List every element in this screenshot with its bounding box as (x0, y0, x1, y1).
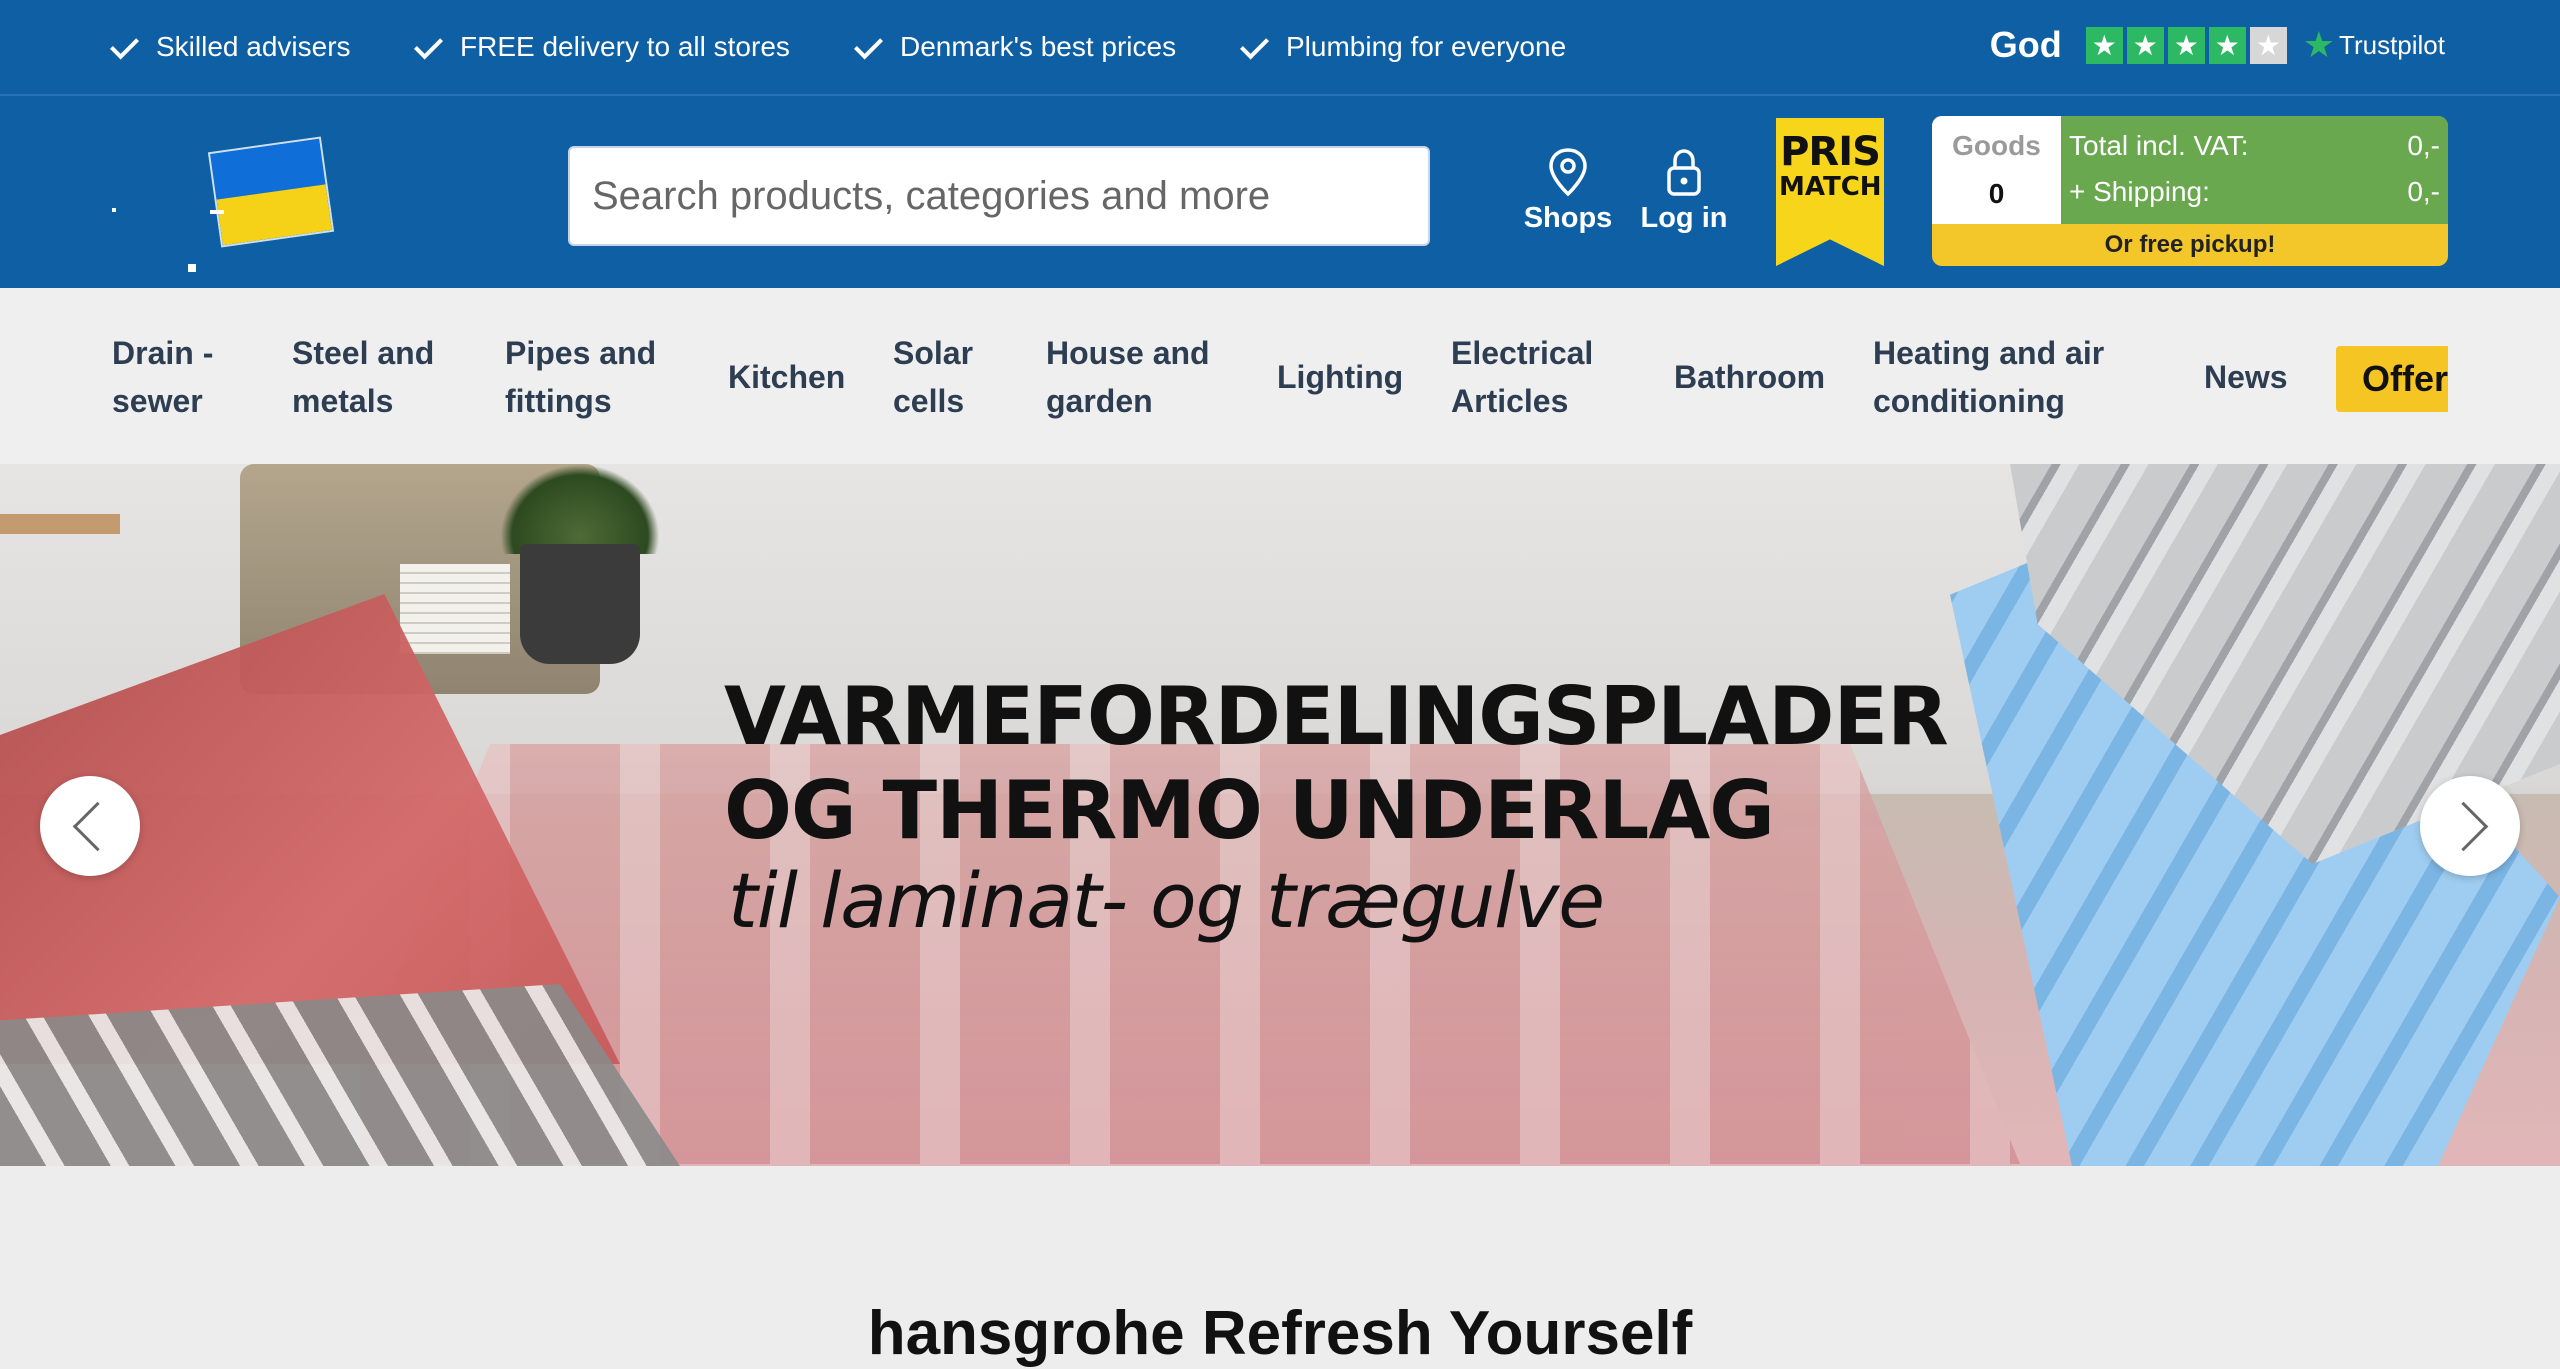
usp-item: Plumbing for everyone (1238, 27, 1566, 67)
trustpilot-rating: God (1989, 24, 2062, 65)
lock-icon (1667, 149, 1701, 196)
cart-goods-count: 0 (1988, 178, 2005, 209)
checkmark-icon (1238, 30, 1272, 64)
star-icon: ★ (2249, 26, 2287, 64)
login-label: Log in (1640, 202, 1728, 234)
cart-shipping-label: + Shipping: (2069, 176, 2210, 207)
hero-subtitle: til laminat- og trægulve (728, 856, 1605, 945)
usp-label: Plumbing for everyone (1286, 31, 1567, 62)
hero-side-table (0, 514, 120, 534)
hero-title: VARMEFORDELINGSPLADER OG THERMO UNDERLAG (724, 670, 1949, 857)
star-icon: ★ (2208, 26, 2246, 64)
site-header: Shops Log in PRIS MATCH Goods 0 Total in… (0, 96, 2560, 288)
usp-bar: Skilled advisers FREE delivery to all st… (0, 0, 2560, 96)
star-icon: ★ (2085, 26, 2123, 64)
usp-label: FREE delivery to all stores (460, 31, 790, 62)
section-title: hansgrohe Refresh Yourself (867, 1299, 1693, 1368)
trustpilot-stars: ★ ★ ★ ★ ★ (2085, 26, 2287, 64)
usp-item: Skilled advisers (108, 27, 351, 67)
star-icon: ★ (2167, 26, 2205, 64)
trustpilot-brand: Trustpilot (2339, 29, 2445, 60)
nav-item-drain-sewer[interactable]: Drain - sewer (112, 329, 213, 425)
search-input[interactable] (568, 146, 1430, 246)
nav-item-steel-metals[interactable]: Steel and metals (292, 329, 434, 425)
hero-plant (500, 464, 660, 554)
hero-plant-pot (520, 544, 640, 664)
checkmark-icon (108, 30, 142, 64)
usp-label: Denmark's best prices (900, 31, 1177, 62)
prismatch-line1: PRIS (1780, 129, 1881, 175)
nav-item-news[interactable]: News (2204, 353, 2288, 401)
trustpilot-star-icon: ★ (2302, 24, 2336, 65)
shops-label: Shops (1523, 202, 1613, 234)
nav-item-lighting[interactable]: Lighting (1277, 353, 1403, 401)
trustpilot-widget[interactable]: God ★ ★ ★ ★ ★ ★ Trustpilot (1990, 24, 2445, 66)
nav-item-heating-ac[interactable]: Heating and air conditioning (1873, 329, 2104, 425)
cart-total-value: 0,- (2407, 130, 2440, 161)
star-icon: ★ (2126, 26, 2164, 64)
shops-link[interactable]: Shops (1513, 146, 1623, 235)
hero-books (400, 564, 510, 654)
mini-cart[interactable]: Goods 0 Total incl. VAT: 0,- + Shipping:… (1932, 116, 2448, 266)
cart-pickup-note: Or free pickup! (2104, 231, 2276, 258)
nav-item-electrical[interactable]: Electrical Articles (1451, 329, 1593, 425)
carousel-next-button[interactable] (2420, 776, 2520, 876)
prismatch-line2: MATCH (1779, 172, 1882, 202)
cart-goods: Goods 0 (1932, 116, 2061, 224)
cart-shipping-row: + Shipping: 0,- (2069, 176, 2440, 208)
ukraine-flag-icon (207, 136, 335, 248)
cart-total-row: Total incl. VAT: 0,- (2069, 130, 2440, 162)
usp-item: Denmark's best prices (852, 27, 1176, 67)
main-navigation: Drain - sewer Steel and metals Pipes and… (0, 288, 2560, 464)
trustpilot-logo: ★ Trustpilot (2303, 24, 2445, 66)
nav-item-house-garden[interactable]: House and garden (1046, 329, 1210, 425)
map-pin-icon (1549, 148, 1587, 197)
cart-totals: Total incl. VAT: 0,- + Shipping: 0,- (2061, 116, 2448, 224)
prismatch-badge[interactable]: PRIS MATCH (1776, 118, 1884, 266)
usp-item: FREE delivery to all stores (412, 27, 790, 67)
checkmark-icon (852, 30, 886, 64)
usp-label: Skilled advisers (156, 31, 351, 62)
hero-carousel[interactable]: VARMEFORDELINGSPLADER OG THERMO UNDERLAG… (0, 464, 2560, 1166)
nav-item-kitchen[interactable]: Kitchen (728, 353, 845, 401)
cart-total-label: Total incl. VAT: (2069, 130, 2249, 161)
login-link[interactable]: Log in (1629, 146, 1739, 235)
checkmark-icon (412, 30, 446, 64)
nav-item-solar-cells[interactable]: Solar cells (893, 329, 973, 425)
nav-item-bathroom[interactable]: Bathroom (1674, 353, 1825, 401)
carousel-prev-button[interactable] (40, 776, 140, 876)
cart-shipping-value: 0,- (2407, 176, 2440, 207)
nav-item-pipes-fittings[interactable]: Pipes and fittings (505, 329, 656, 425)
offer-button[interactable]: Offer (2336, 346, 2448, 412)
cart-goods-label: Goods (1952, 130, 2041, 161)
